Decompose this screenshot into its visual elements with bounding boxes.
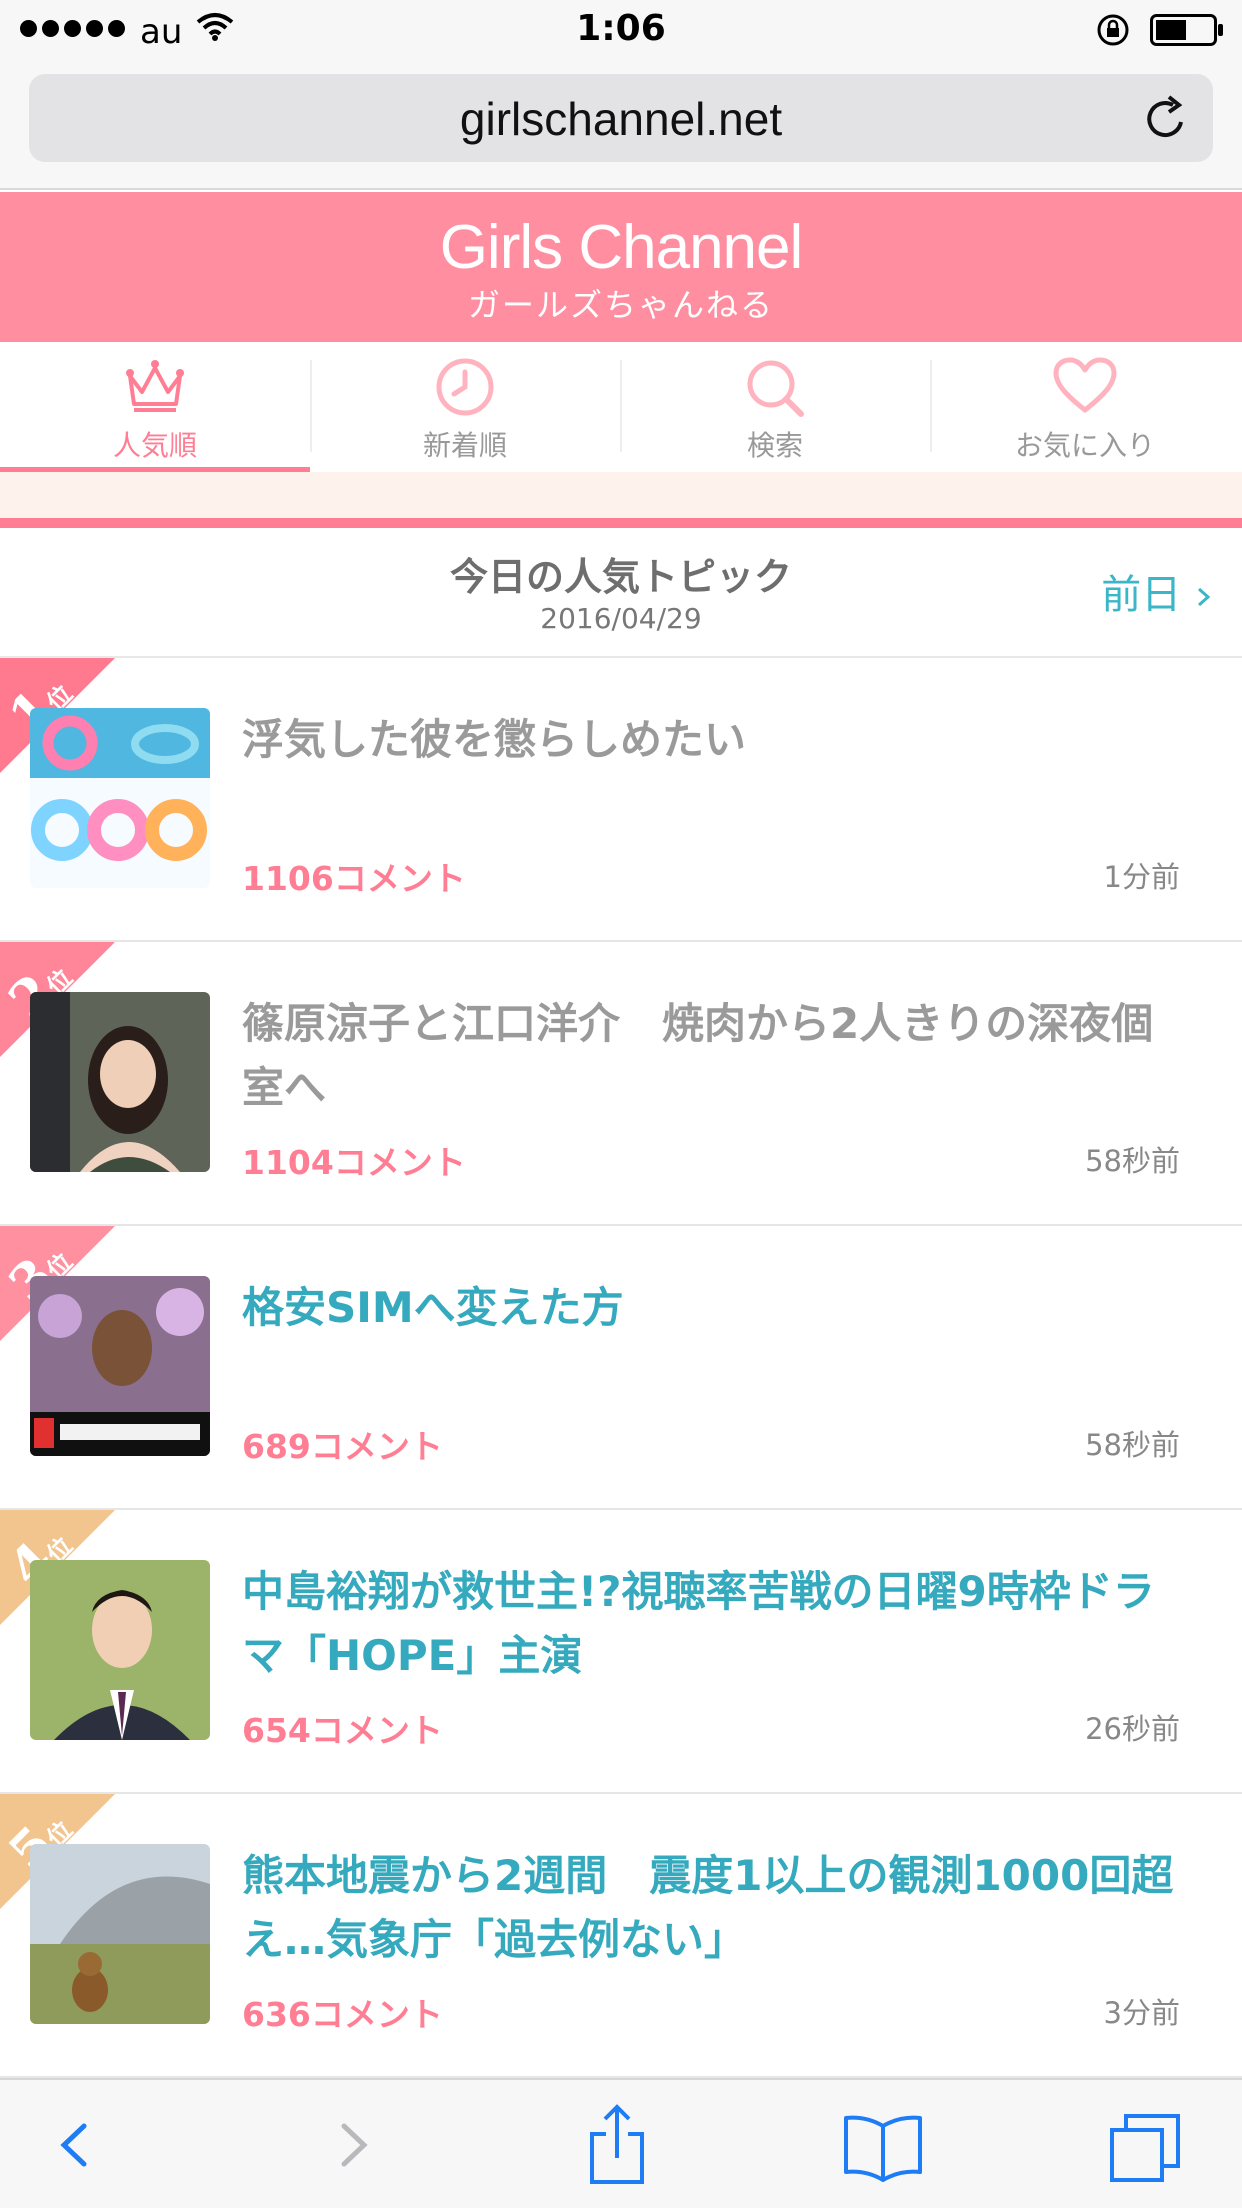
- comment-count: 1106コメント: [242, 859, 466, 898]
- topic-thumbnail[interactable]: [30, 1560, 210, 1740]
- battery-icon: [1150, 14, 1223, 46]
- tab-newest[interactable]: 新着順: [310, 342, 620, 472]
- comment-count: 1104コメント: [242, 1143, 466, 1182]
- topic-thumbnail[interactable]: [30, 1844, 210, 2024]
- topic-row[interactable]: 3位 格安SIMへ変えた方 689コメント 58秒前: [0, 1226, 1242, 1510]
- status-bar: au 1:06: [0, 0, 1242, 62]
- tabs-icon[interactable]: [1104, 2100, 1194, 2190]
- section-title: 今日の人気トピック: [449, 555, 792, 599]
- divider: [0, 518, 1242, 528]
- site-logo[interactable]: Girls Channel: [0, 212, 1242, 283]
- topic-row[interactable]: 2位 篠原涼子と江口洋介 焼肉から2人きりの深夜個室へ 1104コメント 58秒…: [0, 942, 1242, 1226]
- site-header: Girls Channel ガールズちゃんねる: [0, 192, 1242, 342]
- comment-count: 689コメント: [242, 1427, 443, 1466]
- heart-icon: [1053, 357, 1117, 413]
- topic-title[interactable]: 中島裕翔が救世主!?視聴率苦戦の日曜9時枠ドラマ「HOPE」主演: [242, 1560, 1192, 1688]
- tab-spacer: [0, 472, 1242, 518]
- tab-newest-label: 新着順: [422, 429, 507, 462]
- search-icon: [747, 360, 804, 417]
- topic-title[interactable]: 格安SIMへ変えた方: [242, 1276, 1192, 1340]
- topic-title[interactable]: 浮気した彼を懲らしめたい: [242, 708, 1192, 772]
- post-time: 26秒前: [1085, 1712, 1180, 1746]
- clock: 1:06: [576, 8, 666, 49]
- topic-row[interactable]: 4位 中島裕翔が救世主!?視聴率苦戦の日曜9時枠ドラマ「HOPE」主演 654コ…: [0, 1510, 1242, 1794]
- back-icon[interactable]: [32, 2100, 122, 2190]
- post-time: 58秒前: [1085, 1428, 1180, 1462]
- previous-day-link[interactable]: 前日: [1101, 562, 1214, 620]
- post-time: 1分前: [1103, 860, 1180, 894]
- section-date: 2016/04/29: [540, 602, 702, 635]
- tab-favorites[interactable]: お気に入り: [930, 342, 1240, 472]
- tab-search[interactable]: 検索: [620, 342, 930, 472]
- topic-title[interactable]: 熊本地震から2週間 震度1以上の観測1000回超え…気象庁「過去例ない」: [242, 1844, 1192, 1972]
- comment-count: 636コメント: [242, 1995, 443, 2034]
- url-field[interactable]: girlschannel.net: [29, 74, 1213, 162]
- topic-row[interactable]: 1位 浮気した彼を懲らしめたい 1106コメント 1分前: [0, 658, 1242, 942]
- browser-toolbar: [0, 2078, 1242, 2208]
- bookmarks-icon[interactable]: [838, 2100, 928, 2190]
- tab-popular[interactable]: 人気順: [0, 342, 310, 472]
- topic-title[interactable]: 篠原涼子と江口洋介 焼肉から2人きりの深夜個室へ: [242, 992, 1192, 1120]
- section-header: 今日の人気トピック 2016/04/29 前日: [0, 528, 1242, 658]
- comment-count: 654コメント: [242, 1711, 443, 1750]
- sort-tabs: 人気順 新着順 検索 お気に入り: [0, 342, 1242, 472]
- topic-thumbnail[interactable]: [30, 992, 210, 1172]
- url-text[interactable]: girlschannel.net: [29, 92, 1213, 146]
- site-logo-subtitle: ガールズちゃんねる: [467, 286, 774, 324]
- topic-thumbnail[interactable]: [30, 708, 210, 888]
- tab-favorites-label: お気に入り: [1014, 429, 1155, 462]
- post-time: 58秒前: [1085, 1144, 1180, 1178]
- rotation-lock-icon: [1097, 14, 1129, 46]
- tab-search-label: 検索: [746, 429, 803, 462]
- crown-icon: [126, 360, 184, 412]
- previous-day-label[interactable]: 前日: [1101, 572, 1181, 618]
- topic-thumbnail[interactable]: [30, 1276, 210, 1456]
- tab-popular-label: 人気順: [112, 429, 197, 462]
- chevron-right-icon: [1198, 587, 1211, 607]
- topic-row[interactable]: 5位 熊本地震から2週間 震度1以上の観測1000回超え…気象庁「過去例ない」 …: [0, 1794, 1242, 2078]
- post-time: 3分前: [1103, 1996, 1180, 2030]
- share-icon[interactable]: [572, 2100, 662, 2190]
- browser-address-bar: girlschannel.net: [0, 62, 1242, 190]
- topic-list: 1位 浮気した彼を懲らしめたい 1106コメント 1分前 2位: [0, 658, 1242, 2078]
- clock-icon: [436, 358, 494, 416]
- forward-icon[interactable]: [306, 2100, 396, 2190]
- reload-icon[interactable]: [1143, 92, 1191, 142]
